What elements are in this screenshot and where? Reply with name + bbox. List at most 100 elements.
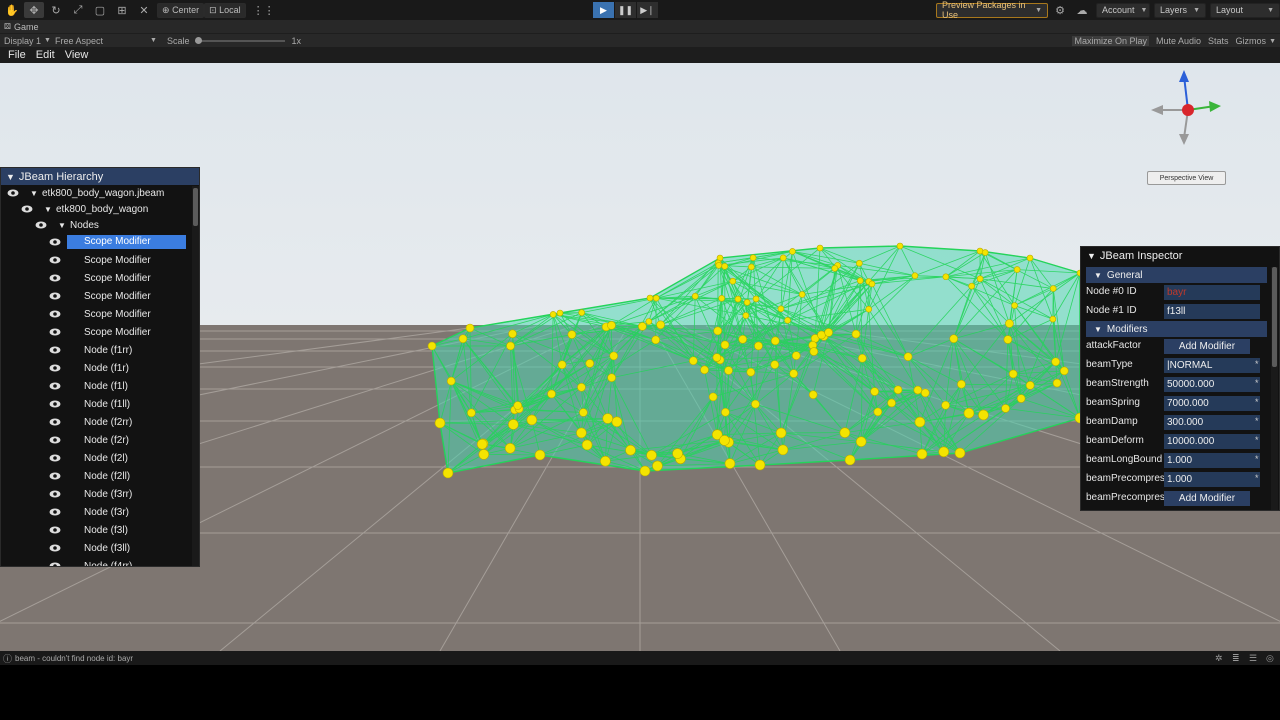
jbeam-node[interactable] [938, 446, 950, 458]
jbeam-node[interactable] [625, 444, 636, 456]
jbeam-node[interactable] [976, 275, 984, 283]
jbeam-node[interactable] [585, 359, 595, 368]
eye-icon[interactable] [49, 562, 61, 567]
jbeam-node[interactable] [887, 398, 896, 408]
jbeam-node[interactable] [549, 311, 557, 318]
section-modifiers[interactable]: ▼ Modifiers [1086, 321, 1267, 337]
chevron-down-icon[interactable]: ▼ [1269, 38, 1276, 45]
jbeam-node[interactable] [1059, 366, 1069, 376]
hierarchy-node-row[interactable]: Node (f4rr) [1, 557, 199, 567]
remove-modifier-icon[interactable]: * [1255, 473, 1259, 483]
custom-tool-icon[interactable]: ✕ [134, 2, 154, 18]
eye-icon[interactable] [49, 454, 61, 462]
jbeam-node[interactable] [1052, 378, 1062, 388]
jbeam-node[interactable] [576, 427, 587, 439]
jbeam-node[interactable] [1051, 357, 1060, 367]
cloud-icon[interactable]: ☁ [1072, 2, 1092, 18]
jbeam-node[interactable] [504, 442, 516, 454]
maximize-on-play-toggle[interactable]: Maximize On Play [1072, 36, 1149, 46]
jbeam-node[interactable] [817, 330, 826, 340]
hierarchy-node-row[interactable]: Node (f1r) [1, 359, 199, 377]
jbeam-node[interactable] [851, 329, 861, 339]
jbeam-node[interactable] [779, 254, 787, 262]
gizmo-center[interactable] [1182, 104, 1194, 116]
hierarchy-node-row[interactable]: Node (f3l) [1, 521, 199, 539]
jbeam-node[interactable] [734, 295, 742, 303]
hierarchy-node-row[interactable]: Node (f1rr) [1, 341, 199, 359]
jbeam-node[interactable] [914, 416, 926, 428]
inspector-scrollbar[interactable] [1271, 267, 1278, 510]
hierarchy-node-row[interactable]: Scope Modifier [1, 287, 199, 305]
jbeam-node[interactable] [770, 360, 780, 369]
jbeam-node[interactable] [547, 389, 556, 399]
modifier-value-field[interactable]: 300.000 [1164, 415, 1260, 430]
scrollbar-thumb[interactable] [193, 188, 198, 226]
eye-icon[interactable] [49, 274, 61, 282]
gizmo-neg-y-arrow[interactable] [1179, 134, 1189, 145]
jbeam-node[interactable] [942, 273, 950, 281]
jbeam-node[interactable] [476, 438, 488, 450]
hierarchy-node-row[interactable]: Scope Modifier [1, 323, 199, 341]
jbeam-node[interactable] [746, 367, 756, 377]
jbeam-node[interactable] [526, 414, 538, 426]
grid-snap-icon[interactable]: ⋮⋮ [253, 2, 275, 18]
remove-modifier-icon[interactable]: * [1255, 397, 1259, 407]
gizmo-y-arrow[interactable] [1179, 70, 1189, 82]
hierarchy-file-row[interactable]: ▼ etk800_body_wagon.jbeam [1, 185, 199, 201]
jbeam-node[interactable] [713, 326, 723, 336]
modifier-value-field[interactable]: 10000.000 [1164, 434, 1260, 449]
jbeam-node[interactable] [873, 407, 883, 417]
jbeam-node[interactable] [729, 277, 737, 285]
eye-icon[interactable] [49, 238, 61, 246]
menu-edit[interactable]: Edit [36, 49, 55, 61]
jbeam-node[interactable] [465, 323, 475, 333]
add-modifier-button[interactable]: Add Modifier [1164, 339, 1250, 354]
jbeam-node[interactable] [712, 353, 722, 362]
eye-icon[interactable] [49, 418, 61, 426]
jbeam-node[interactable] [777, 305, 785, 313]
jbeam-node[interactable] [645, 318, 653, 325]
jbeam-node[interactable] [844, 454, 856, 466]
orientation-gizmo[interactable] [1143, 68, 1227, 148]
eye-icon[interactable] [49, 400, 61, 408]
jbeam-node[interactable] [1025, 381, 1035, 390]
hierarchy-node-row[interactable]: Node (f3rr) [1, 485, 199, 503]
jbeam-node[interactable] [609, 351, 619, 361]
jbeam-node[interactable] [791, 351, 801, 360]
jbeam-node[interactable] [784, 317, 791, 324]
jbeam-node[interactable] [808, 390, 818, 400]
jbeam-node[interactable] [754, 459, 766, 471]
modifier-value-field[interactable]: 1.000 [1164, 453, 1260, 468]
jbeam-node[interactable] [1013, 266, 1021, 273]
scrollbar-thumb[interactable] [1272, 267, 1277, 367]
modifier-value-field[interactable]: 1.000 [1164, 472, 1260, 487]
jbeam-node[interactable] [720, 340, 730, 350]
jbeam-node[interactable] [1026, 254, 1034, 262]
eye-icon[interactable] [49, 436, 61, 444]
jbeam-node[interactable] [718, 295, 725, 302]
jbeam-node[interactable] [856, 277, 864, 284]
jbeam-node[interactable] [858, 353, 867, 363]
jbeam-node[interactable] [1008, 369, 1018, 379]
expand-triangle-icon[interactable]: ▼ [58, 221, 66, 230]
jbeam-node[interactable] [903, 352, 913, 362]
jbeam-node[interactable] [577, 382, 586, 392]
jbeam-node[interactable] [775, 427, 787, 439]
jbeam-node[interactable] [916, 448, 928, 460]
jbeam-node[interactable] [579, 408, 588, 417]
eye-icon[interactable] [49, 382, 61, 390]
jbeam-node[interactable] [738, 334, 748, 344]
eye-icon[interactable] [49, 292, 61, 300]
jbeam-node[interactable] [1001, 404, 1010, 413]
collapse-triangle-icon[interactable]: ▼ [1087, 251, 1096, 261]
scale-slider-knob[interactable] [195, 36, 203, 44]
eye-icon[interactable] [49, 256, 61, 264]
jbeam-node[interactable] [427, 341, 437, 351]
eye-icon[interactable] [49, 544, 61, 552]
jbeam-node[interactable] [1016, 394, 1026, 403]
jbeam-node[interactable] [513, 401, 523, 410]
hierarchy-node-row[interactable]: Node (f2ll) [1, 467, 199, 485]
jbeam-node[interactable] [865, 305, 873, 313]
transform-tool-icon[interactable]: ⊞ [112, 2, 132, 18]
jbeam-node[interactable] [798, 291, 806, 298]
